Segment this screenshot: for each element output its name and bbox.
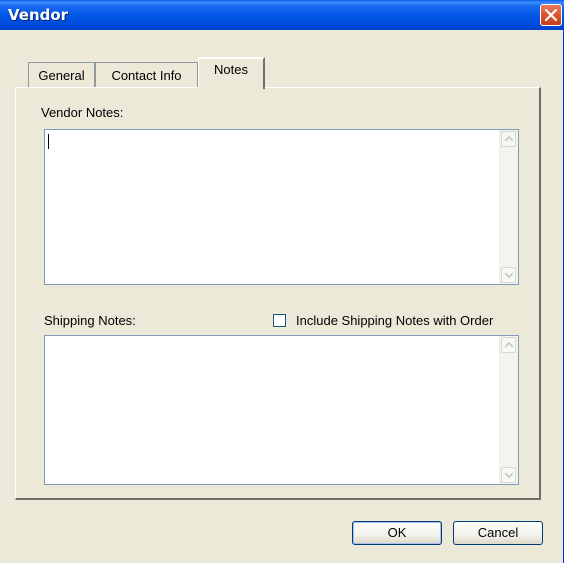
shipping-notes-scroll-up-button[interactable] (501, 337, 516, 353)
shipping-notes-scroll-down-button[interactable] (501, 467, 516, 483)
scroll-up-arrow-icon (505, 342, 513, 348)
scroll-down-arrow-icon (505, 272, 513, 278)
vendor-notes-scroll-up-button[interactable] (501, 131, 516, 147)
window-title: Vendor (8, 6, 69, 24)
tab-notes-label: Notes (214, 62, 248, 77)
close-icon (545, 9, 557, 21)
title-bar[interactable]: Vendor (0, 0, 564, 30)
close-button[interactable] (540, 4, 562, 26)
vendor-notes-label: Vendor Notes: (41, 105, 124, 120)
tab-contact-info-label: Contact Info (111, 68, 182, 83)
tab-general[interactable]: General (28, 62, 95, 88)
vendor-notes-scroll-down-button[interactable] (501, 267, 516, 283)
shipping-notes-textarea[interactable] (44, 335, 519, 485)
vendor-notes-scrollbar[interactable] (499, 130, 518, 284)
text-caret (48, 134, 49, 149)
tab-contact-info[interactable]: Contact Info (95, 62, 198, 88)
vendor-dialog: Vendor General Contact Info Notes Vendor… (0, 0, 564, 563)
include-shipping-notes-checkbox[interactable] (273, 314, 286, 327)
vendor-notes-textarea[interactable] (44, 129, 519, 285)
cancel-button[interactable]: Cancel (453, 521, 543, 545)
tab-notes[interactable]: Notes (198, 57, 265, 89)
ok-button[interactable]: OK (352, 521, 442, 545)
scroll-up-arrow-icon (505, 136, 513, 142)
shipping-notes-label: Shipping Notes: (44, 313, 136, 328)
shipping-notes-scrollbar[interactable] (499, 336, 518, 484)
notes-tab-panel: Vendor Notes: Shipping Notes: Include Sh… (15, 87, 541, 500)
scroll-down-arrow-icon (505, 472, 513, 478)
tab-general-label: General (38, 68, 85, 83)
include-shipping-notes-label[interactable]: Include Shipping Notes with Order (296, 313, 493, 328)
